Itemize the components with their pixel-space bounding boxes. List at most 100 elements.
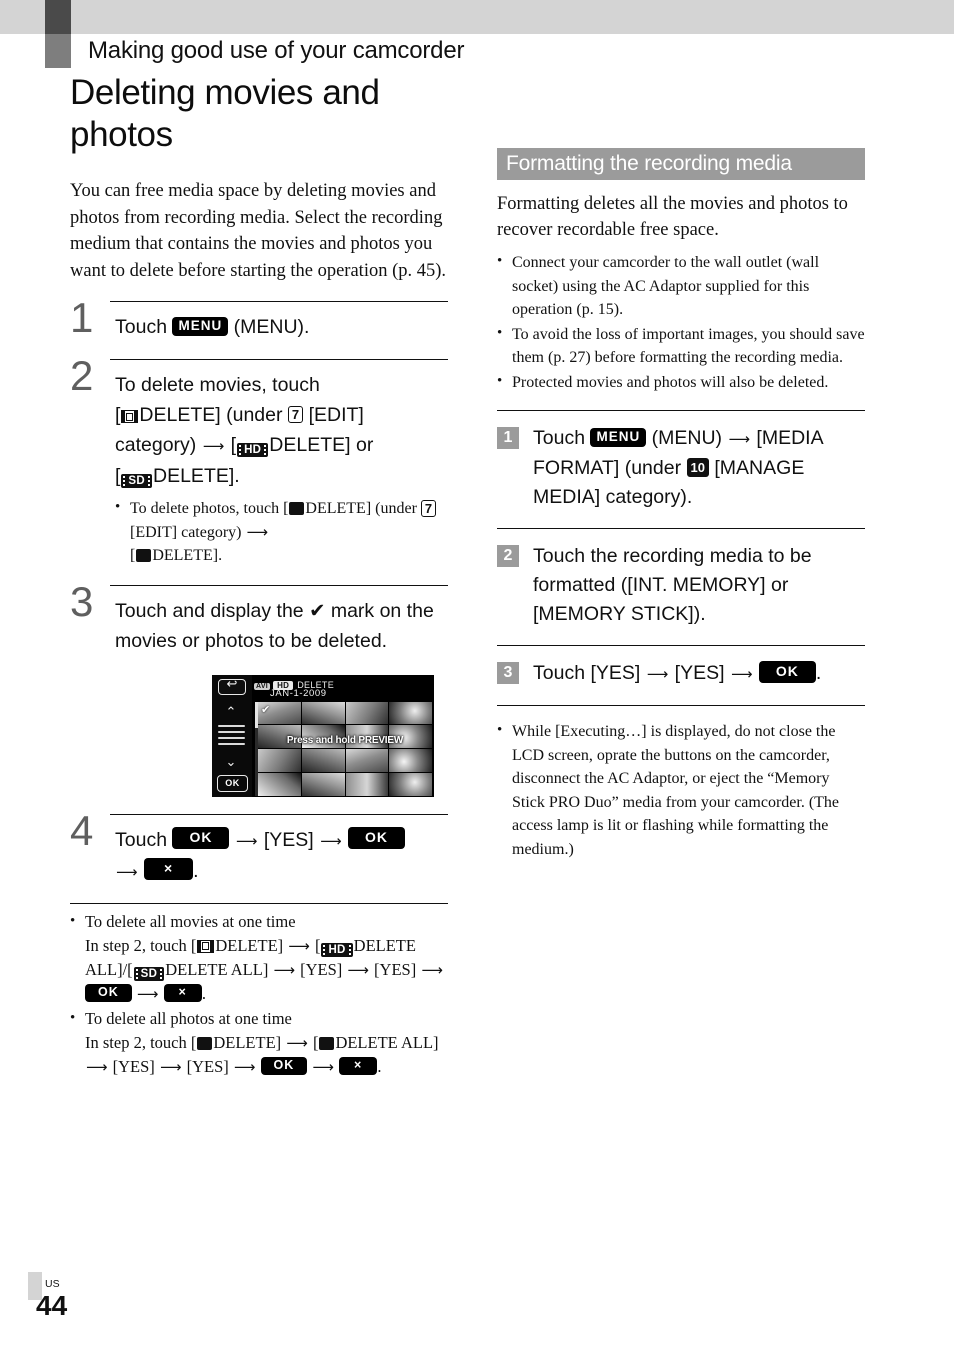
thumbnail[interactable]: [301, 772, 345, 796]
subnote-part4: [: [130, 547, 136, 564]
left-column-closing-rule: [70, 902, 448, 904]
thumbnail[interactable]: [389, 701, 432, 725]
note-line-prefix: In step 2, touch [: [85, 935, 197, 955]
touch-label: Touch: [533, 427, 586, 449]
step-4: 4 Touch OK ⟶ [YES] ⟶ OK ⟶ ×.: [70, 809, 448, 887]
lcd-ok-button[interactable]: OK: [217, 774, 248, 792]
checkmark-icon: ✔: [261, 702, 271, 716]
subnote-part5: DELETE].: [152, 547, 223, 564]
manual-page: Making good use of your camcorder Deleti…: [0, 0, 954, 1357]
note-yes-1: [YES]: [300, 959, 343, 979]
thumbnail[interactable]: [389, 772, 432, 796]
step-1-number: 1: [70, 294, 94, 341]
arrow-icon: ⟶: [288, 936, 310, 955]
list-item: Protected movies and photos will also be…: [497, 370, 865, 395]
thumbnail[interactable]: [345, 701, 389, 725]
right-rule: [497, 528, 865, 529]
running-head: Making good use of your camcorder: [88, 37, 465, 64]
step-4-number: 4: [70, 806, 94, 854]
list-item: Connect your camcorder to the wall outle…: [497, 250, 865, 322]
step-3: 3 Touch and display the ✔ mark on the mo…: [70, 580, 448, 797]
menu-button-badge[interactable]: MENU: [590, 428, 647, 448]
note-yes-1: [YES]: [112, 1056, 155, 1076]
thumbnail[interactable]: [389, 749, 432, 772]
lcd-thumbnail-grid: ✔: [258, 701, 432, 796]
movie-filmstrip-icon: [121, 410, 139, 423]
close-button-badge[interactable]: ×: [339, 1056, 378, 1075]
lcd-screenshot-figure: ⌃ ⌄ OK AVIHDDELETE JAN-1-2009 ✔: [212, 674, 434, 797]
ok-button-badge[interactable]: OK: [172, 827, 230, 850]
list-item: To delete all movies at one time In step…: [70, 909, 448, 1006]
scroll-slider[interactable]: [218, 724, 245, 747]
ok-button-badge[interactable]: OK: [260, 1056, 308, 1075]
arrow-icon: ⟶: [320, 831, 342, 850]
photo-icon: [319, 1036, 335, 1050]
arrow-icon: ⟶: [202, 437, 225, 455]
thumbnail[interactable]: [301, 749, 345, 772]
lcd-date-label: JAN-1-2009: [270, 687, 327, 699]
chapter-tab-dark: [45, 0, 71, 34]
photo-icon: [289, 502, 305, 515]
right-rule: [497, 410, 865, 411]
thumbnail[interactable]: [258, 749, 301, 772]
arrow-icon: ⟶: [312, 1057, 334, 1076]
ok-button-badge[interactable]: OK: [758, 660, 816, 683]
close-button-badge[interactable]: ×: [143, 858, 194, 881]
scroll-up-icon[interactable]: ⌃: [222, 706, 240, 719]
list-item: To delete photos, touch [DELETE] (under …: [115, 496, 448, 568]
arrow-icon: ⟶: [116, 862, 138, 881]
arrow-icon: ⟶: [235, 831, 258, 850]
scroll-down-icon[interactable]: ⌄: [222, 756, 240, 769]
touch-yes-label: Touch [YES]: [533, 662, 641, 684]
close-button-badge[interactable]: ×: [163, 983, 202, 1002]
thumbnail[interactable]: ✔: [258, 701, 301, 725]
step-4-yes-label: [YES]: [263, 828, 314, 851]
format-step-1-body: Touch MENU (MENU) ⟶ [MEDIA FORMAT] (unde…: [533, 424, 865, 512]
step-4-period: .: [193, 859, 199, 882]
subnote-part1: To delete photos, touch [: [130, 500, 289, 517]
ok-button-badge[interactable]: OK: [348, 827, 406, 850]
format-step-1-number: 1: [497, 427, 519, 449]
thumbnail[interactable]: [258, 772, 301, 796]
step-2-sd-delete: DELETE].: [153, 465, 240, 487]
thumbnail[interactable]: [345, 772, 389, 796]
menu-button-badge[interactable]: MENU: [172, 317, 229, 337]
period: .: [815, 662, 822, 684]
photo-icon: [197, 1036, 213, 1050]
list-item: To delete all photos at one time In step…: [70, 1006, 448, 1079]
arrow-icon: ⟶: [273, 960, 295, 979]
top-band: [0, 0, 954, 34]
movie-filmstrip-icon: [197, 939, 215, 953]
note-heading: To delete all movies at one time: [85, 911, 296, 931]
step-4-touch-label: Touch: [115, 828, 168, 851]
step-3-number: 3: [70, 577, 94, 625]
yes-label-2: [YES]: [674, 662, 725, 684]
note-heading: To delete all photos at one time: [85, 1008, 292, 1028]
arrow-icon: ⟶: [159, 1057, 182, 1076]
back-arrow-icon[interactable]: [218, 677, 246, 695]
page-title: Deleting movies and photos: [70, 73, 380, 154]
hd-quality-icon: HD: [237, 443, 269, 457]
step-2-number: 2: [70, 352, 94, 399]
ok-button-badge[interactable]: OK: [85, 983, 132, 1002]
step-rule: [110, 584, 448, 586]
note-delete: DELETE]: [215, 935, 284, 955]
note-line-prefix: In step 2, touch [: [85, 1032, 197, 1052]
note-yes-2: [YES]: [374, 959, 417, 979]
lcd-screen: ⌃ ⌄ OK AVIHDDELETE JAN-1-2009 ✔: [212, 674, 434, 797]
thumbnail[interactable]: [345, 749, 389, 772]
step-2-delete-label: DELETE] (under: [139, 404, 283, 426]
thumbnail[interactable]: [301, 701, 345, 725]
lcd-mode-badge: AVI: [254, 682, 271, 690]
right-bullet-list: Connect your camcorder to the wall outle…: [497, 250, 865, 395]
right-rule: [497, 645, 865, 646]
step-4-body: Touch OK ⟶ [YES] ⟶ OK ⟶ ×.: [115, 814, 448, 887]
format-step-2: 2 Touch the recording media to be format…: [497, 542, 865, 629]
format-step-2-body: Touch the recording media to be formatte…: [533, 545, 812, 625]
subnote-part2: DELETE] (under: [305, 500, 417, 517]
step-2-subnote-list: To delete photos, touch [DELETE] (under …: [115, 496, 448, 568]
step-1-touch-label: Touch: [115, 316, 168, 338]
photo-icon: [136, 549, 152, 562]
sd-quality-icon: SD: [121, 474, 152, 488]
list-item: While [Executing…] is displayed, do not …: [497, 719, 865, 861]
